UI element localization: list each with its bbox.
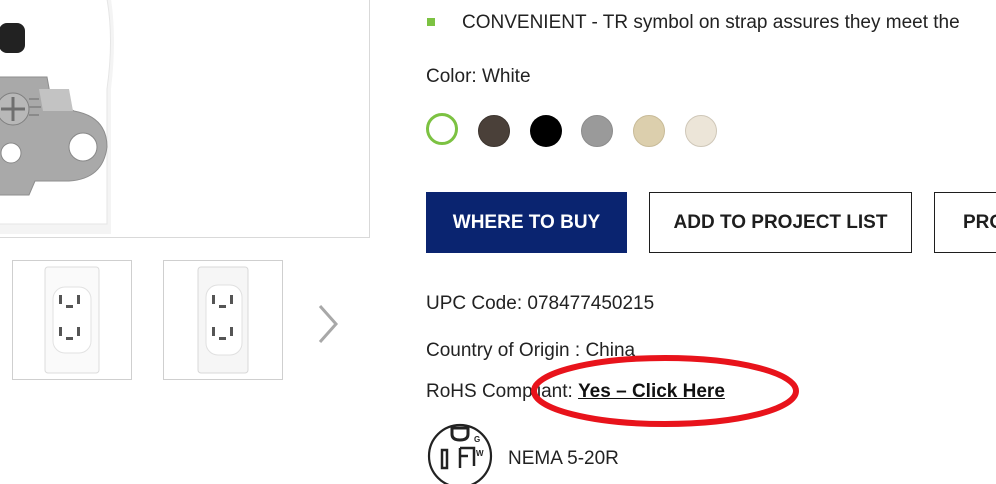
thumbnail-front[interactable] [12,260,132,380]
thumbnail-angle[interactable] [163,260,283,380]
nema-g-letter: G [474,435,480,444]
where-to-buy-button[interactable]: WHERE TO BUY [426,192,627,253]
swatch-black[interactable] [530,115,562,147]
country-of-origin: Country of Origin : China [426,340,636,361]
add-to-project-list-button[interactable]: ADD TO PROJECT LIST [649,192,912,253]
bullet-icon [427,18,435,26]
main-product-image [0,0,370,238]
pro-button[interactable]: PRO [934,192,996,253]
swatch-ivory[interactable] [685,115,717,147]
rohs-compliant: RoHS Compliant: Yes – Click Here [426,381,725,403]
swatch-brown[interactable] [478,115,510,147]
chevron-right-icon[interactable] [312,300,342,348]
nema-label: NEMA 5-20R [508,448,619,469]
feature-text: CONVENIENT - TR symbol on strap assures … [462,12,960,33]
nema-receptacle-icon: G W [427,423,493,484]
swatch-white[interactable] [426,113,458,145]
rohs-link[interactable]: Yes – Click Here [578,381,725,402]
upc-code: UPC Code: 078477450215 [426,293,655,314]
rohs-label: RoHS Compliant: [426,381,579,402]
nema-w-letter: W [476,449,484,458]
swatch-light-almond[interactable] [633,115,665,147]
swatch-gray[interactable] [581,115,613,147]
color-label: Color: White [426,66,531,87]
